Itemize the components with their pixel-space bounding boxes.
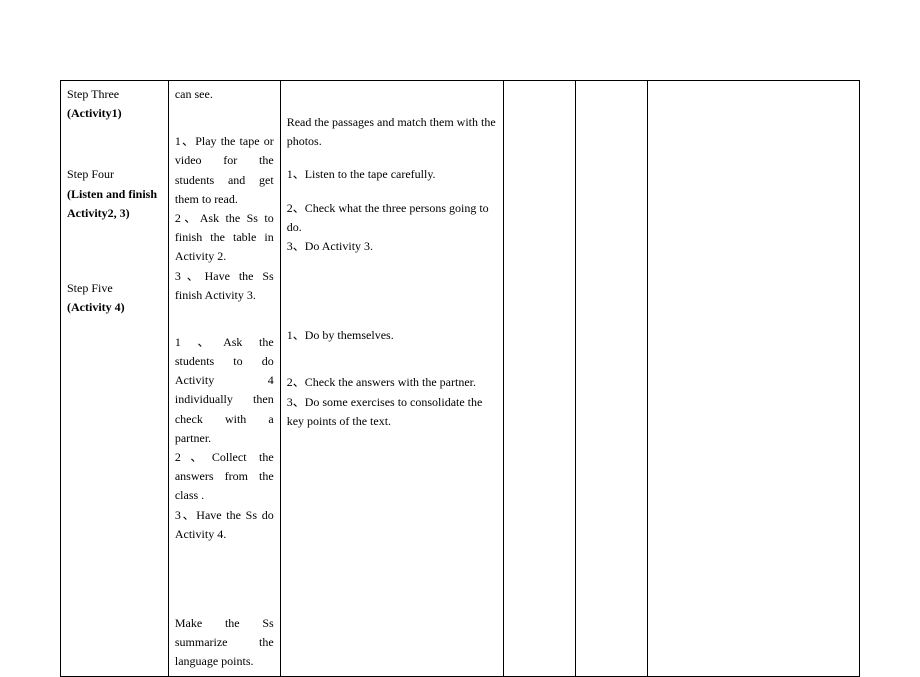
step-five-activity: (Activity 4) xyxy=(67,298,162,317)
student-d2: 2、Check the answers with the partner. xyxy=(287,373,498,392)
step-five-label: Step Five xyxy=(67,279,162,298)
step-three-activity: (Activity1) xyxy=(67,104,162,123)
student-c3: 3、Do Activity 3. xyxy=(287,237,498,256)
teacher-b3: 3、Have the Ss do Activity 4. xyxy=(175,506,274,544)
lesson-plan-table: Step Three (Activity1) Step Four (Listen… xyxy=(60,80,860,677)
student-activity-cell: Read the passages and match them with th… xyxy=(280,81,504,677)
teacher-b1: 1 、Ask the students to do Activity 4 ind… xyxy=(175,333,274,448)
step-four-activity-1: (Listen and finish xyxy=(67,185,162,204)
teacher-a1: 1、Play the tape or video for the student… xyxy=(175,132,274,209)
step-four-label: Step Four xyxy=(67,165,162,184)
empty-cell-2 xyxy=(576,81,648,677)
teacher-summary: Make the Ss summarize the language point… xyxy=(175,614,274,672)
student-d3: 3、Do some exercises to consolidate the k… xyxy=(287,393,498,431)
step-three-label: Step Three xyxy=(67,85,162,104)
table-row: Step Three (Activity1) Step Four (Listen… xyxy=(61,81,860,677)
student-d1: 1、Do by themselves. xyxy=(287,326,498,345)
student-c1: 1、Listen to the tape carefully. xyxy=(287,165,498,184)
step-four-activity-2: Activity2, 3) xyxy=(67,204,162,223)
steps-cell: Step Three (Activity1) Step Four (Listen… xyxy=(61,81,169,677)
teacher-a3: 3、Have the Ss finish Activity 3. xyxy=(175,267,274,305)
teacher-activity-cell: can see. 1、Play the tape or video for th… xyxy=(168,81,280,677)
student-c2: 2、Check what the three persons going to … xyxy=(287,199,498,237)
student-read-passage: Read the passages and match them with th… xyxy=(287,113,498,151)
can-see-text: can see. xyxy=(175,85,274,104)
teacher-b2: 2、Collect the answers from the class . xyxy=(175,448,274,506)
empty-cell-1 xyxy=(504,81,576,677)
teacher-a2: 2、Ask the Ss to finish the table in Acti… xyxy=(175,209,274,267)
empty-cell-3 xyxy=(648,81,860,677)
